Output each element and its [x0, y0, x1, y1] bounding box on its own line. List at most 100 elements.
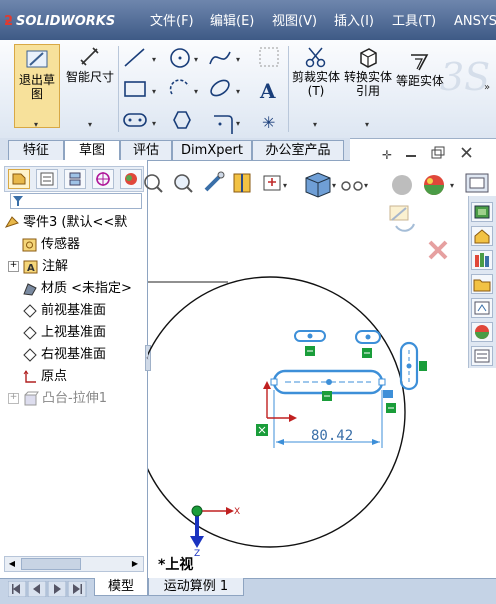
file-explorer-icon[interactable] — [471, 274, 493, 294]
view-orientation-dropdown[interactable]: ▾ — [283, 181, 287, 190]
upper-right-slot[interactable] — [355, 330, 381, 344]
tree-item-material[interactable]: 材质 <未指定> — [22, 278, 169, 300]
pin-icon[interactable]: ✛ — [382, 148, 392, 162]
zoom-to-area-icon[interactable] — [174, 174, 193, 193]
home-icon[interactable] — [471, 226, 493, 246]
configurationmanager-tab-icon[interactable] — [64, 169, 86, 189]
relation-marker[interactable] — [386, 403, 396, 413]
circle-dropdown[interactable]: ▾ — [194, 55, 198, 64]
tab-sketch[interactable]: 草图 — [64, 140, 120, 162]
relation-marker[interactable] — [362, 348, 372, 358]
featuremanager-tab-icon[interactable] — [8, 169, 30, 189]
ellipse-dropdown[interactable]: ▾ — [236, 87, 240, 96]
design-library-icon[interactable] — [471, 250, 493, 270]
fillet-dropdown[interactable]: ▾ — [236, 119, 240, 128]
upper-slot[interactable] — [294, 330, 326, 342]
tree-horizontal-scrollbar[interactable]: ◀ ▶ — [4, 556, 144, 572]
tree-item-sensors[interactable]: 传感器 — [22, 234, 169, 256]
sketch-circle[interactable] — [148, 276, 406, 548]
view-settings-icon[interactable] — [465, 173, 489, 193]
propertymanager-tab-icon[interactable] — [36, 169, 58, 189]
spline-dropdown[interactable]: ▾ — [236, 55, 240, 64]
appearances-icon[interactable] — [471, 322, 493, 342]
toolbar-expand-arrow[interactable]: » — [484, 82, 490, 93]
trim-dropdown[interactable]: ▾ — [313, 120, 317, 129]
zoom-to-fit-icon[interactable] — [144, 174, 163, 193]
menu-view[interactable]: 视图(V) — [272, 12, 317, 32]
vertical-slot[interactable] — [399, 341, 419, 391]
previous-view-icon[interactable] — [204, 171, 225, 192]
spline-icon[interactable] — [209, 51, 231, 65]
menu-ansys[interactable]: ANSYS — [454, 12, 496, 32]
tree-item-front-plane[interactable]: 前视基准面 — [22, 300, 169, 322]
point-icon[interactable]: ✳ — [262, 113, 275, 132]
menu-file[interactable]: 文件(F) — [150, 12, 194, 32]
smart-dimension-button[interactable]: 智能尺寸 — [66, 44, 114, 114]
previous-tab-icon[interactable] — [27, 581, 47, 597]
smart-dimension-dropdown[interactable]: ▾ — [88, 120, 92, 129]
grid-icon[interactable] — [259, 47, 279, 67]
solidworks-resources-icon[interactable] — [471, 202, 493, 222]
fillet-icon[interactable] — [214, 115, 233, 134]
tree-item-part[interactable]: 零件3 (默认<<默 — [4, 212, 151, 234]
rectangle-dropdown[interactable]: ▾ — [152, 87, 156, 96]
view-orientation-icon[interactable] — [263, 175, 281, 191]
close-icon[interactable] — [461, 147, 472, 158]
tree-item-top-plane[interactable]: 上视基准面 — [22, 322, 169, 344]
edit-appearance-icon[interactable] — [392, 175, 412, 195]
hide-show-items-icon[interactable] — [341, 181, 363, 191]
tree-item-annotations[interactable]: + A 注解 — [8, 256, 155, 278]
coincident-marker[interactable] — [256, 424, 268, 436]
trim-entities-button[interactable]: 剪裁实体(T) — [292, 46, 340, 116]
solidworks-logo[interactable]: ƻ SOLIDWORKS — [4, 11, 138, 33]
scroll-right-icon[interactable]: ▶ — [129, 558, 141, 570]
sketch-slot[interactable] — [270, 369, 386, 395]
relation-marker[interactable] — [383, 390, 393, 398]
relation-marker[interactable] — [322, 391, 332, 401]
ellipse-icon[interactable] — [208, 77, 231, 98]
expand-icon[interactable]: + — [8, 393, 19, 404]
slot-icon[interactable] — [123, 113, 147, 127]
first-tab-icon[interactable] — [8, 581, 27, 597]
expand-icon[interactable]: + — [8, 261, 19, 272]
display-style-icon[interactable] — [305, 172, 331, 198]
custom-properties-icon[interactable] — [471, 346, 493, 366]
tree-item-boss-extrude[interactable]: + 凸台-拉伸1 — [8, 388, 155, 410]
scroll-thumb[interactable] — [21, 558, 81, 570]
next-tab-icon[interactable] — [47, 581, 67, 597]
tab-model[interactable]: 模型 — [94, 578, 148, 596]
slot-dropdown[interactable]: ▾ — [152, 119, 156, 128]
arc-dropdown[interactable]: ▾ — [194, 87, 198, 96]
tree-filter[interactable] — [10, 193, 142, 209]
relation-marker[interactable] — [305, 346, 315, 356]
text-icon[interactable]: A — [259, 79, 276, 103]
menu-insert[interactable]: 插入(I) — [334, 12, 374, 32]
last-tab-icon[interactable] — [67, 581, 87, 597]
restore-icon[interactable] — [431, 146, 445, 159]
view-palette-icon[interactable] — [471, 298, 493, 318]
dimension-value[interactable]: 80.42 — [311, 428, 353, 444]
convert-entities-button[interactable]: 转换实体引用 — [344, 46, 392, 116]
scroll-left-icon[interactable]: ◀ — [6, 558, 18, 570]
hide-show-dropdown[interactable]: ▾ — [364, 181, 368, 190]
dimxpert-tab-icon[interactable] — [92, 169, 114, 189]
circle-icon[interactable] — [170, 48, 190, 68]
scene-dropdown[interactable]: ▾ — [450, 181, 454, 190]
exit-sketch-button[interactable]: 退出草图 — [14, 44, 60, 128]
display-manager-tab-icon[interactable] — [120, 169, 142, 189]
section-view-icon[interactable] — [233, 173, 251, 193]
arc-icon[interactable] — [169, 79, 189, 95]
line-icon[interactable] — [124, 48, 145, 67]
line-dropdown[interactable]: ▾ — [152, 55, 156, 64]
tab-features[interactable]: 特征 — [8, 140, 64, 160]
relation-marker[interactable] — [419, 361, 427, 371]
menu-edit[interactable]: 编辑(E) — [210, 12, 254, 32]
rectangle-icon[interactable] — [124, 81, 146, 97]
minimize-icon[interactable] — [406, 155, 416, 157]
menu-tools[interactable]: 工具(T) — [392, 12, 436, 32]
exit-sketch-dropdown[interactable]: ▾ — [34, 120, 38, 129]
convert-dropdown[interactable]: ▾ — [365, 120, 369, 129]
apply-scene-icon[interactable] — [424, 175, 444, 195]
display-style-dropdown[interactable]: ▾ — [332, 181, 336, 190]
tab-motion-study-1[interactable]: 运动算例 1 — [148, 578, 244, 596]
